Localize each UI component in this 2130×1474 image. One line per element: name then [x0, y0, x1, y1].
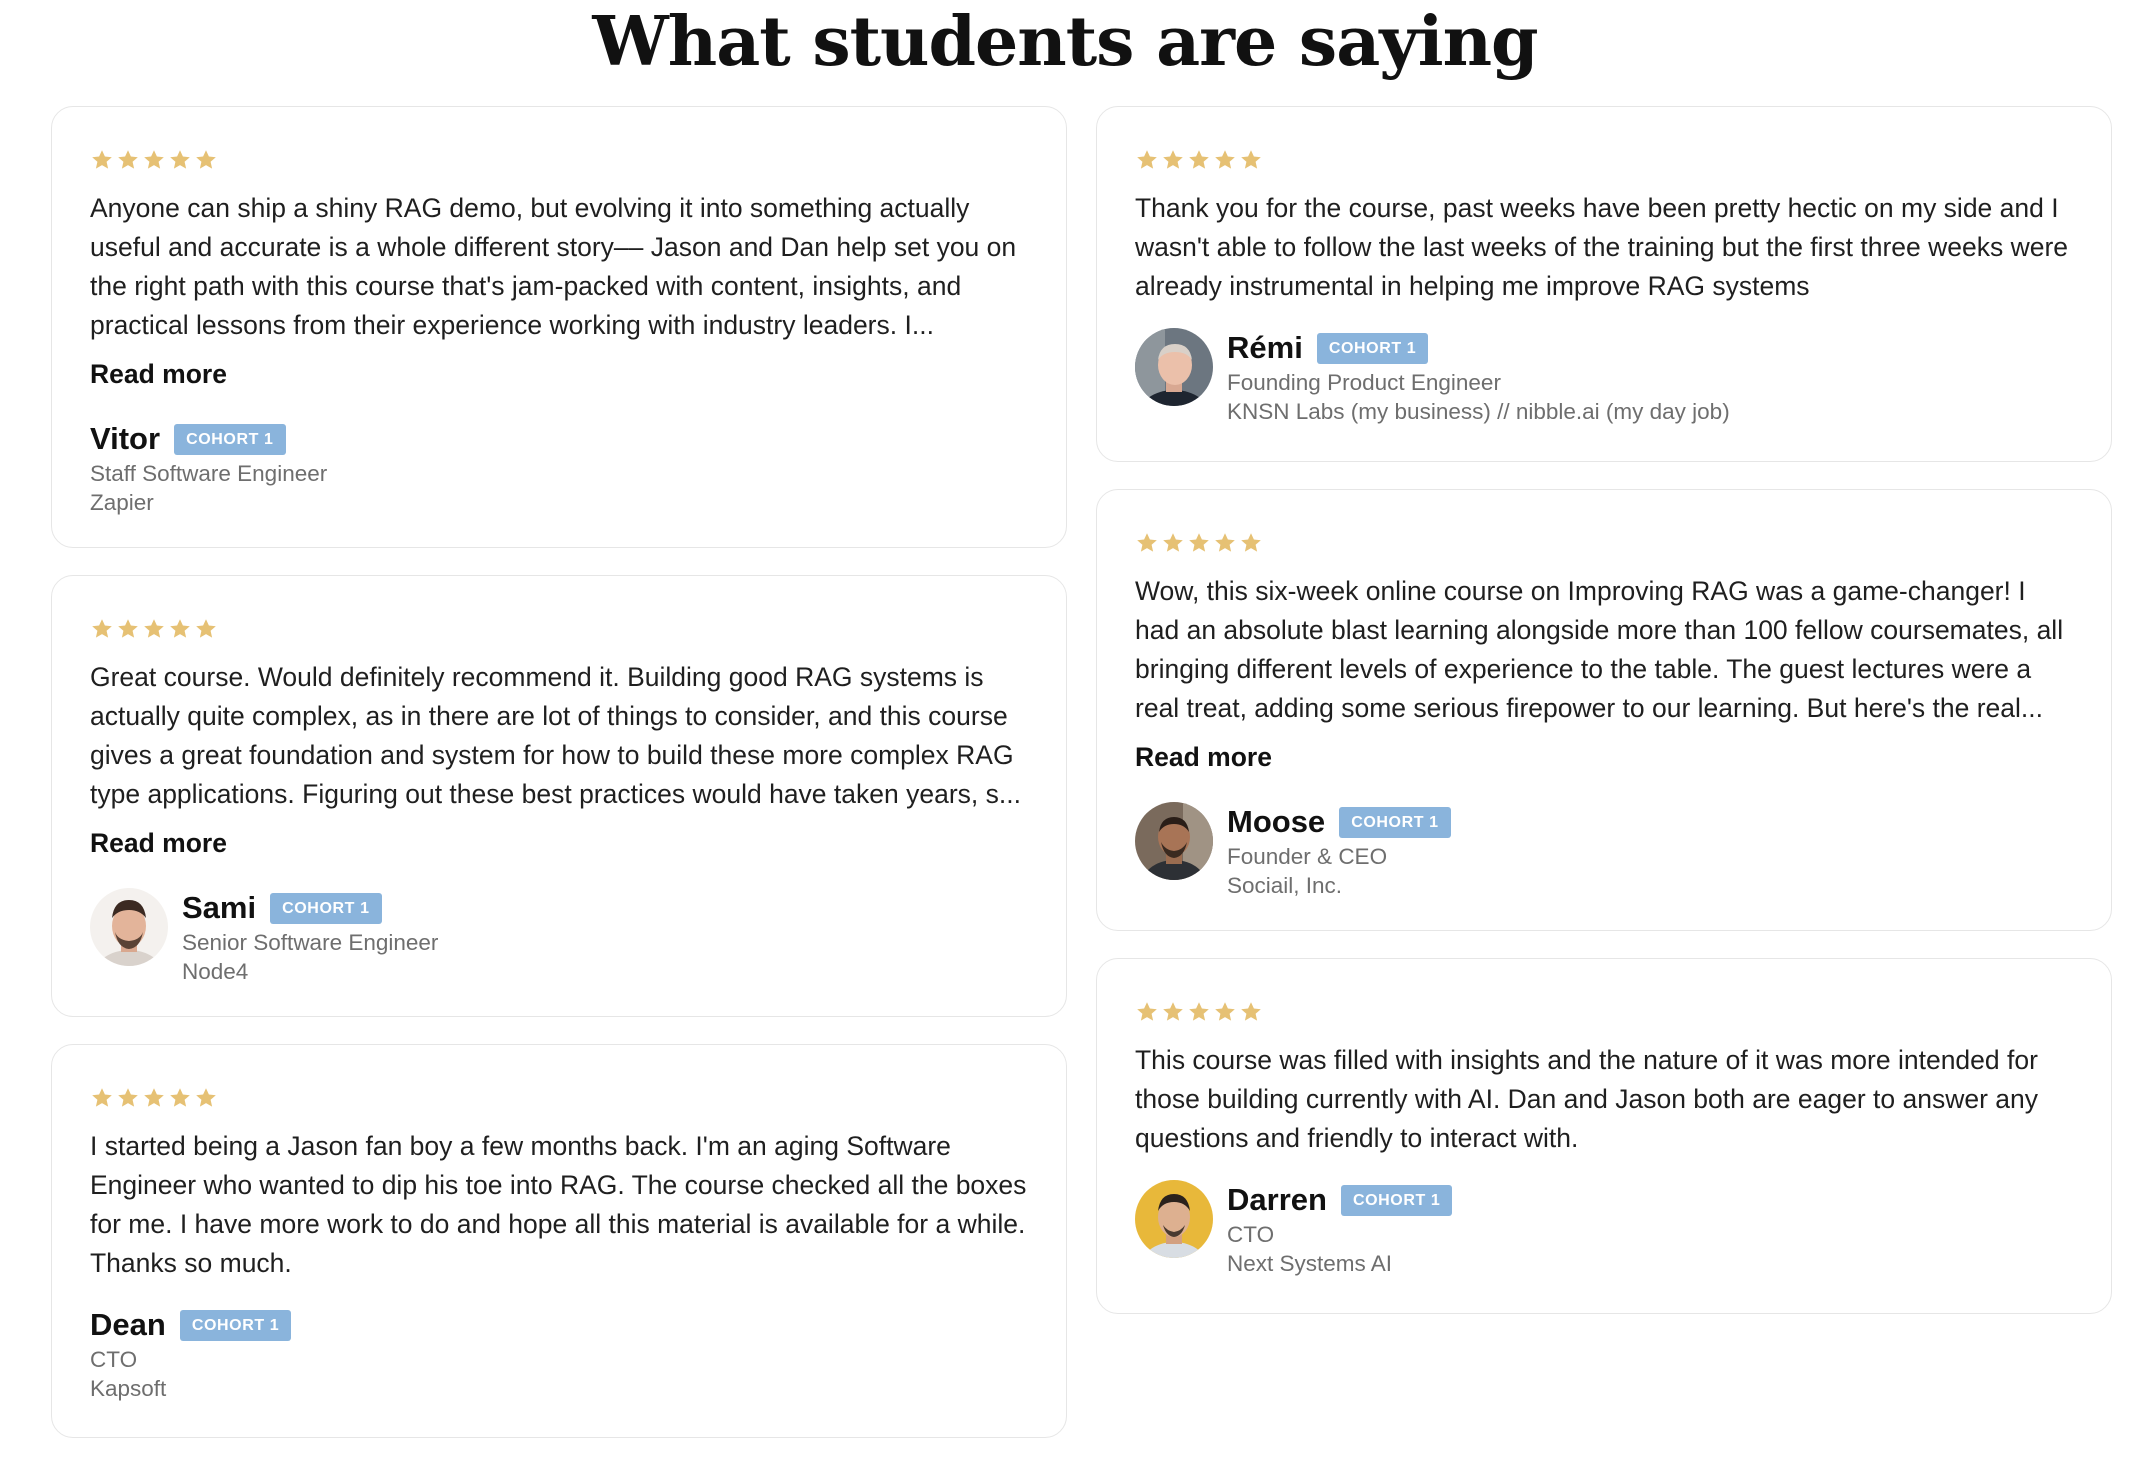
star-icon — [1135, 531, 1159, 555]
author-company: Zapier — [90, 490, 154, 515]
author: Moose COHORT 1 Founder & CEO Sociail, In… — [1135, 802, 2073, 900]
cohort-badge: COHORT 1 — [1340, 1184, 1453, 1216]
review-text: Great course. Would definitely recommend… — [90, 662, 1021, 809]
star-icon — [116, 1086, 140, 1110]
star-icon — [90, 617, 114, 641]
author-name: Moose — [1227, 804, 1326, 839]
author-role: Founder & CEO — [1227, 844, 1388, 869]
author-name: Sami — [182, 890, 257, 925]
avatar — [1135, 328, 1213, 406]
author-name: Darren — [1227, 1182, 1327, 1217]
star-icon — [1187, 148, 1211, 172]
star-icon — [90, 1086, 114, 1110]
star-rating — [1135, 145, 2073, 175]
star-icon — [1213, 148, 1237, 172]
testimonial-card-remi: Thank you for the course, past weeks hav… — [1096, 106, 2112, 462]
testimonial-card-sami: Great course. Would definitely recommend… — [51, 575, 1067, 1017]
star-icon — [116, 148, 140, 172]
author: Sami COHORT 1 Senior Software Engineer N… — [90, 888, 1028, 986]
star-icon — [1213, 1000, 1237, 1024]
author-name: Rémi — [1227, 330, 1303, 365]
testimonial-card-moose: Wow, this six-week online course on Impr… — [1096, 489, 2112, 931]
star-icon — [168, 617, 192, 641]
star-icon — [116, 617, 140, 641]
author-role: Staff Software Engineer — [90, 461, 328, 486]
review-text: Wow, this six-week online course on Impr… — [1135, 576, 2064, 723]
star-icon — [1213, 531, 1237, 555]
author: Vitor COHORT 1 Staff Software Engineer Z… — [90, 419, 1028, 517]
star-rating — [90, 614, 1028, 644]
cohort-badge: COHORT 1 — [179, 1309, 292, 1341]
star-icon — [1239, 531, 1263, 555]
star-icon — [168, 148, 192, 172]
star-icon — [168, 1086, 192, 1110]
review-text: This course was filled with insights and… — [1135, 1045, 2039, 1153]
avatar — [1135, 1180, 1213, 1258]
star-rating — [1135, 528, 2073, 558]
star-icon — [142, 617, 166, 641]
author-role: Founding Product Engineer — [1227, 370, 1501, 395]
star-rating — [1135, 997, 2073, 1027]
author-role: CTO — [1227, 1222, 1275, 1247]
star-icon — [1161, 1000, 1185, 1024]
review-text: I started being a Jason fan boy a few mo… — [90, 1131, 1027, 1278]
author-company: Node4 — [182, 959, 249, 984]
author-company: Kapsoft — [90, 1376, 167, 1401]
author: Darren COHORT 1 CTO Next Systems AI — [1135, 1180, 2073, 1278]
cohort-badge: COHORT 1 — [1316, 332, 1429, 364]
star-rating — [90, 145, 1028, 175]
author: Dean COHORT 1 CTO Kapsoft — [90, 1305, 1028, 1403]
read-more-link[interactable]: Read more — [1135, 738, 1272, 776]
star-rating — [90, 1083, 1028, 1113]
read-more-link[interactable]: Read more — [90, 355, 227, 393]
star-icon — [1135, 148, 1159, 172]
testimonial-card-darren: This course was filled with insights and… — [1096, 958, 2112, 1314]
review-text: Anyone can ship a shiny RAG demo, but ev… — [90, 193, 1017, 340]
star-icon — [142, 1086, 166, 1110]
author-company: Next Systems AI — [1227, 1251, 1393, 1276]
cohort-badge: COHORT 1 — [174, 423, 286, 455]
author-company: Sociail, Inc. — [1227, 873, 1343, 898]
avatar — [90, 888, 168, 966]
star-icon — [1239, 148, 1263, 172]
author-role: Senior Software Engineer — [182, 930, 439, 955]
star-icon — [142, 148, 166, 172]
star-icon — [90, 148, 114, 172]
star-icon — [194, 148, 218, 172]
star-icon — [1187, 1000, 1211, 1024]
review-text: Thank you for the course, past weeks hav… — [1135, 193, 2069, 301]
star-icon — [194, 1086, 218, 1110]
star-icon — [1135, 1000, 1159, 1024]
author-name: Dean — [90, 1307, 166, 1342]
cohort-badge: COHORT 1 — [1339, 806, 1451, 838]
star-icon — [1161, 531, 1185, 555]
star-icon — [1187, 531, 1211, 555]
avatar — [1135, 802, 1213, 880]
page-title: What students are saying — [592, 2, 1538, 82]
author-name: Vitor — [90, 421, 161, 456]
star-icon — [1239, 1000, 1263, 1024]
cohort-badge: COHORT 1 — [270, 892, 382, 924]
author-role: CTO — [90, 1347, 138, 1372]
author: Rémi COHORT 1 Founding Product Engineer … — [1135, 328, 2073, 426]
testimonial-card-dean: I started being a Jason fan boy a few mo… — [51, 1044, 1067, 1438]
star-icon — [194, 617, 218, 641]
testimonial-card-vitor: Anyone can ship a shiny RAG demo, but ev… — [51, 106, 1067, 548]
star-icon — [1161, 148, 1185, 172]
author-company: KNSN Labs (my business) // nibble.ai (my… — [1227, 399, 1730, 424]
read-more-link[interactable]: Read more — [90, 824, 227, 862]
